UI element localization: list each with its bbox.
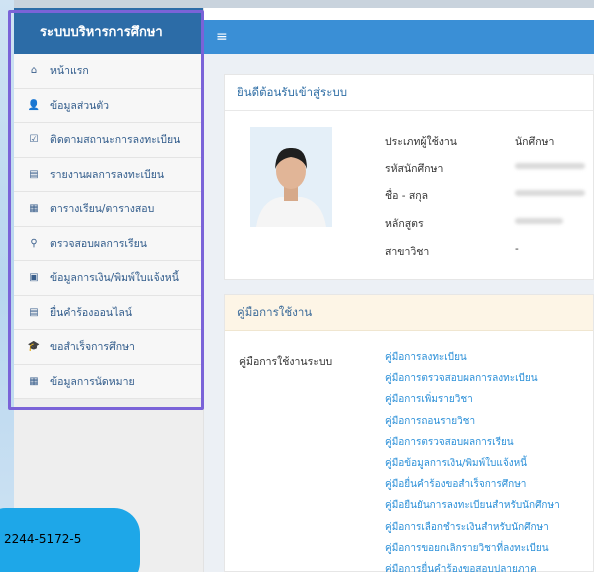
- info-label: หลักสูตร: [385, 218, 424, 230]
- manual-label: คู่มือการใช้งานระบบ: [239, 356, 333, 368]
- sidebar-item-label: ตารางเรียน/ตารางสอบ: [50, 203, 155, 216]
- manual-link[interactable]: คู่มือการตรวจสอบผลการลงทะเบียน: [385, 368, 560, 389]
- manual-link[interactable]: คู่มือการถอนรายวิชา: [385, 411, 560, 432]
- redacted-value: [515, 163, 585, 169]
- app-title: ระบบบริหารการศึกษา: [14, 8, 203, 54]
- manual-link[interactable]: คู่มือการขอยกเลิกรายวิชาที่ลงทะเบียน: [385, 538, 560, 559]
- phone-badge: 2244-5172-5: [0, 508, 140, 572]
- home-icon: ⌂: [30, 65, 38, 77]
- info-label: รหัสนักศึกษา: [385, 163, 444, 175]
- user-icon: 👤: [27, 99, 41, 111]
- sidebar-item[interactable]: ▤ รายงานผลการลงทะเบียน: [14, 157, 203, 192]
- top-edge: [0, 0, 594, 8]
- welcome-title: ยินดีต้อนรับเข้าสู่ระบบ: [225, 75, 593, 111]
- welcome-card: ยินดีต้อนรับเข้าสู่ระบบ ประเภทผู้ใช้งาน น…: [224, 74, 594, 280]
- sidebar-item[interactable]: 🎓 ขอสำเร็จการศึกษา: [14, 330, 203, 365]
- manual-links: คู่มือการลงทะเบียน คู่มือการตรวจสอบผลการล…: [385, 347, 560, 572]
- sidebar-item-label: ยื่นคำร้องออนไลน์: [50, 306, 133, 319]
- sidebar-item-label: ข้อมูลการเงิน/พิมพ์ใบแจ้งหนี้: [50, 272, 179, 285]
- redacted-value: [515, 190, 585, 196]
- info-value: นักศึกษา: [515, 136, 555, 148]
- sidebar-item[interactable]: ▣ ข้อมูลการเงิน/พิมพ์ใบแจ้งหนี้: [14, 261, 203, 296]
- table-icon: ▦: [29, 203, 39, 215]
- sidebar-item-label: ขอสำเร็จการศึกษา: [50, 341, 135, 354]
- sidebar-item[interactable]: ⚲ ตรวจสอบผลการเรียน: [14, 226, 203, 261]
- sidebar-item[interactable]: ▦ ตารางเรียน/ตารางสอบ: [14, 192, 203, 227]
- sidebar-menu: ⌂ หน้าแรก 👤 ข้อมูลส่วนตัว ☑ ติดตามสถานะการลงท…: [14, 54, 203, 399]
- manual-link[interactable]: คู่มือการเลือกชำระเงินสำหรับนักศึกษา: [385, 517, 560, 538]
- manual-link[interactable]: คู่มือยืนยันการลงทะเบียนสำหรับนักศึกษา: [385, 495, 560, 516]
- manual-link[interactable]: คู่มือยื่นคำร้องขอสำเร็จการศึกษา: [385, 474, 560, 495]
- sidebar: ระบบบริหารการศึกษา ⌂ หน้าแรก 👤 ข้อมูลส่วนตั…: [14, 8, 204, 572]
- info-value: [515, 187, 585, 199]
- money-icon: ▣: [29, 272, 39, 284]
- check-square-icon: ☑: [29, 134, 39, 146]
- page-backdrop: [0, 0, 14, 572]
- menu-toggle-icon[interactable]: ≡: [216, 29, 228, 45]
- top-navbar: ≡: [204, 20, 594, 54]
- info-label: ชื่อ - สกุล: [385, 190, 429, 202]
- manual-card: คู่มือการใช้งาน คู่มือการใช้งานระบบ คู่ม…: [224, 294, 594, 572]
- sidebar-item-label: ข้อมูลการนัดหมาย: [50, 375, 135, 388]
- manual-title: คู่มือการใช้งาน: [225, 295, 593, 331]
- search-icon: ⚲: [30, 237, 38, 249]
- manual-link[interactable]: คู่มือการลงทะเบียน: [385, 347, 560, 368]
- main-content: ยินดีต้อนรับเข้าสู่ระบบ ประเภทผู้ใช้งาน น…: [204, 54, 594, 572]
- phone-number: 2244-5172-5: [4, 532, 82, 546]
- redacted-value: [515, 218, 563, 224]
- info-label: ประเภทผู้ใช้งาน: [385, 136, 457, 148]
- sidebar-item-label: ข้อมูลส่วนตัว: [50, 99, 110, 112]
- sidebar-item-label: ตรวจสอบผลการเรียน: [50, 237, 147, 250]
- graduation-cap-icon: 🎓: [27, 341, 41, 353]
- sidebar-item[interactable]: ⌂ หน้าแรก: [14, 54, 203, 89]
- sidebar-item-label: หน้าแรก: [50, 65, 89, 78]
- sidebar-item-label: ติดตามสถานะการลงทะเบียน: [50, 134, 181, 147]
- sidebar-item[interactable]: ▤ ยื่นคำร้องออนไลน์: [14, 295, 203, 330]
- info-value: [515, 160, 585, 172]
- manual-link[interactable]: คู่มือการเพิ่มรายวิชา: [385, 389, 560, 410]
- document-icon: ▤: [29, 306, 39, 318]
- info-value: -: [515, 243, 519, 255]
- student-photo: [250, 127, 332, 227]
- info-value: [515, 215, 563, 227]
- sidebar-item[interactable]: 👤 ข้อมูลส่วนตัว: [14, 88, 203, 123]
- sidebar-item[interactable]: ▦ ข้อมูลการนัดหมาย: [14, 364, 203, 399]
- sidebar-item[interactable]: ☑ ติดตามสถานะการลงทะเบียน: [14, 123, 203, 158]
- calendar-icon: ▦: [29, 375, 39, 387]
- top-strip: [204, 8, 594, 20]
- info-label: สาขาวิชา: [385, 246, 430, 258]
- manual-link[interactable]: คู่มือข้อมูลการเงิน/พิมพ์ใบแจ้งหนี้: [385, 453, 560, 474]
- sidebar-item-label: รายงานผลการลงทะเบียน: [50, 168, 165, 181]
- manual-link[interactable]: คู่มือการยื่นคำร้องขอสอบปลายภาค: [385, 559, 560, 572]
- manual-link[interactable]: คู่มือการตรวจสอบผลการเรียน: [385, 432, 560, 453]
- document-icon: ▤: [29, 168, 39, 180]
